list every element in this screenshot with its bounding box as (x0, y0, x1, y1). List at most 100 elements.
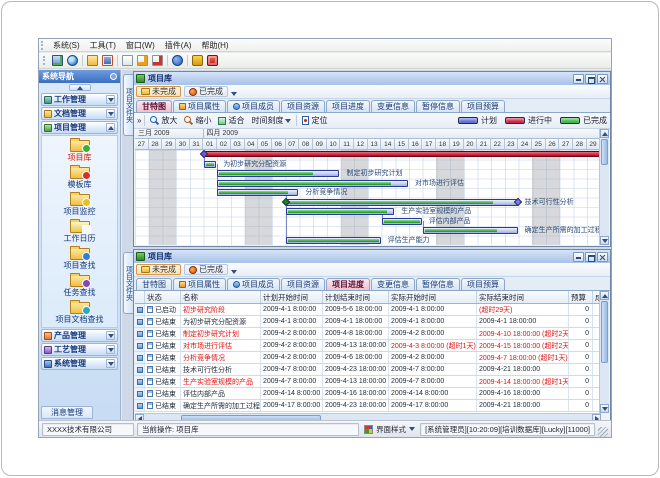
tab-0[interactable]: 甘特图 (136, 278, 172, 290)
interface-style-button[interactable]: 界面样式 (362, 424, 417, 435)
tab-message-management[interactable]: 消息管理 (41, 406, 93, 419)
filter-more-button[interactable] (231, 83, 237, 101)
tab-4[interactable]: 项目进度 (326, 278, 370, 290)
sidebar-item-4[interactable]: 项目查找 (42, 245, 117, 272)
tab-3[interactable]: 项目资源 (281, 100, 325, 112)
sidebar-collapse-button[interactable] (69, 84, 91, 91)
table-vertical-scrollbar[interactable] (599, 291, 609, 413)
tab-6[interactable]: 暂停信息 (416, 278, 460, 290)
scroll-up-button[interactable] (600, 129, 609, 138)
sidebar-group-0[interactable]: 工作管理 (41, 93, 118, 106)
sidebar-group-toggle[interactable] (106, 109, 115, 118)
column-header-1[interactable]: 状态 (145, 291, 181, 303)
column-header-7[interactable]: 预算 (569, 291, 593, 303)
menu-item-1[interactable]: 工具(T) (85, 40, 121, 51)
toolbar-mail-delete-icon-button[interactable] (150, 54, 165, 68)
tab-7[interactable]: 项目预算 (461, 278, 505, 290)
sidebar-item-2[interactable]: 项目监控 (42, 191, 117, 218)
sidebar-item-0[interactable]: 项目库 (42, 137, 117, 164)
tab-3[interactable]: 项目资源 (281, 278, 325, 290)
menu-item-3[interactable]: 插件(A) (160, 40, 197, 51)
filter-tab-1[interactable]: 已完成 (184, 264, 228, 275)
sidebar-item-1[interactable]: 模板库 (42, 164, 117, 191)
table-row[interactable]: 已结束确定生产所需的加工过程2009-4-17 8:00:002009-4-23… (135, 400, 601, 412)
toolbar-folder-icon-button[interactable] (85, 54, 100, 68)
zoom-out-button[interactable]: 缩小 (182, 114, 213, 127)
sidebar-group-toggle[interactable] (106, 359, 115, 368)
sidebar-group-1[interactable]: 文档管理 (41, 107, 118, 120)
scroll-thumb[interactable] (601, 139, 608, 165)
menu-item-2[interactable]: 窗口(W) (121, 40, 160, 51)
table-row[interactable]: 已结束评估内部产品2009-4-14 8:00:002009-4-16 18:0… (135, 388, 601, 400)
project-folder-tab[interactable]: 项目文件夹 (123, 252, 133, 314)
table-row[interactable]: 已结束制定初步研究计划2009-4-2 8:00:002009-4-8 18:0… (135, 328, 601, 340)
gantt-bar-7[interactable] (382, 218, 422, 225)
sidebar-group-toggle[interactable] (106, 345, 115, 354)
column-header-2[interactable]: 名称 (181, 291, 261, 303)
filter-tab-1[interactable]: 已完成 (184, 86, 228, 97)
sidebar-group-toggle[interactable] (106, 95, 115, 104)
tab-5[interactable]: 变更信息 (371, 278, 415, 290)
toolbar-save-icon-button[interactable] (100, 54, 115, 68)
close-button[interactable] (597, 252, 608, 262)
sidebar-group-toggle[interactable] (106, 123, 115, 132)
sidebar-item-3[interactable]: 工作日历 (42, 218, 117, 245)
scroll-down-button[interactable] (600, 404, 609, 413)
table-row[interactable]: 已结束技术可行性分析2009-4-7 8:00:002009-4-23 18:0… (135, 364, 601, 376)
gantt-bar-1[interactable] (204, 161, 217, 168)
gantt-bar-8[interactable] (423, 227, 518, 234)
tab-7[interactable]: 项目预算 (461, 100, 505, 112)
table-row[interactable]: 已结束对市场进行评估2009-4-2 8:00:002009-4-13 18:0… (135, 340, 601, 352)
toolbar-overflow-button[interactable]: » (137, 116, 141, 125)
fit-button[interactable]: 适合 (216, 114, 246, 127)
sidebar-group-3[interactable]: 产品管理 (41, 329, 118, 342)
tab-2[interactable]: 项目成员 (227, 278, 280, 290)
column-header-3[interactable]: 计划开始时间 (261, 291, 323, 303)
project-folder-tab[interactable]: 项目文件夹 (123, 74, 133, 136)
scroll-thumb[interactable] (601, 301, 608, 363)
tab-4[interactable]: 项目进度 (326, 100, 370, 112)
filter-tab-0[interactable]: 未完成 (136, 264, 181, 275)
toolbar-stop-icon-button[interactable] (205, 54, 220, 68)
gantt-bar-2[interactable] (217, 170, 339, 177)
table-row[interactable]: 已结束分析竞争情况2009-4-2 8:00:002009-4-6 18:00:… (135, 352, 601, 364)
scroll-up-button[interactable] (600, 291, 609, 300)
gantt-bar-5[interactable] (286, 199, 518, 206)
table-row[interactable]: 已启动初步研究阶段2009-4-1 8:00:002009-5-6 18:00:… (135, 304, 601, 316)
sidebar-item-6[interactable]: 项目文档查找 (42, 299, 117, 326)
tab-6[interactable]: 暂停信息 (416, 100, 460, 112)
toolbar-lock-icon-button[interactable] (190, 54, 205, 68)
toolbar-computer-icon-button[interactable] (50, 54, 65, 68)
gantt-bar-4[interactable] (217, 189, 298, 196)
minimize-button[interactable] (573, 74, 584, 84)
filter-more-button[interactable] (231, 261, 237, 279)
tab-1[interactable]: 项目属性 (173, 100, 226, 112)
table-row[interactable]: 已结束生产实验室规模的产品2009-4-7 8:00:002009-4-13 1… (135, 376, 601, 388)
menu-item-0[interactable]: 系统(S) (48, 40, 85, 51)
toolbar-help-icon-button[interactable] (170, 54, 185, 68)
gantt-bar-6[interactable] (286, 208, 395, 215)
sidebar-group-toggle[interactable] (106, 331, 115, 340)
column-header-5[interactable]: 实际开始时间 (389, 291, 477, 303)
menu-item-4[interactable]: 帮助(H) (196, 40, 233, 51)
tab-0[interactable]: 甘特图 (136, 100, 172, 112)
column-header-4[interactable]: 计划结束时间 (323, 291, 389, 303)
table-row[interactable]: 已结束为初步研究分配资源2009-4-1 8:00:002009-4-1 18:… (135, 316, 601, 328)
sidebar-group-4[interactable]: 工艺管理 (41, 343, 118, 356)
gantt-vertical-scrollbar[interactable] (599, 129, 609, 245)
time-scale-button[interactable]: 时间刻度 (249, 114, 293, 127)
filter-tab-0[interactable]: 未完成 (136, 86, 181, 97)
maximize-button[interactable] (585, 74, 596, 84)
toolbar-mail-icon-button[interactable] (120, 54, 135, 68)
gantt-bar-3[interactable] (217, 180, 408, 187)
column-header-0[interactable] (135, 291, 145, 303)
close-button[interactable] (597, 74, 608, 84)
pin-icon[interactable] (110, 73, 117, 80)
toolbar-mail-edit-icon-button[interactable] (135, 54, 150, 68)
minimize-button[interactable] (573, 252, 584, 262)
sidebar-group-2[interactable]: 项目管理 (41, 121, 118, 134)
gantt-bar-9[interactable] (286, 237, 381, 244)
sidebar-item-5[interactable]: 任务查找 (42, 272, 117, 299)
tab-5[interactable]: 变更信息 (371, 100, 415, 112)
maximize-button[interactable] (585, 252, 596, 262)
